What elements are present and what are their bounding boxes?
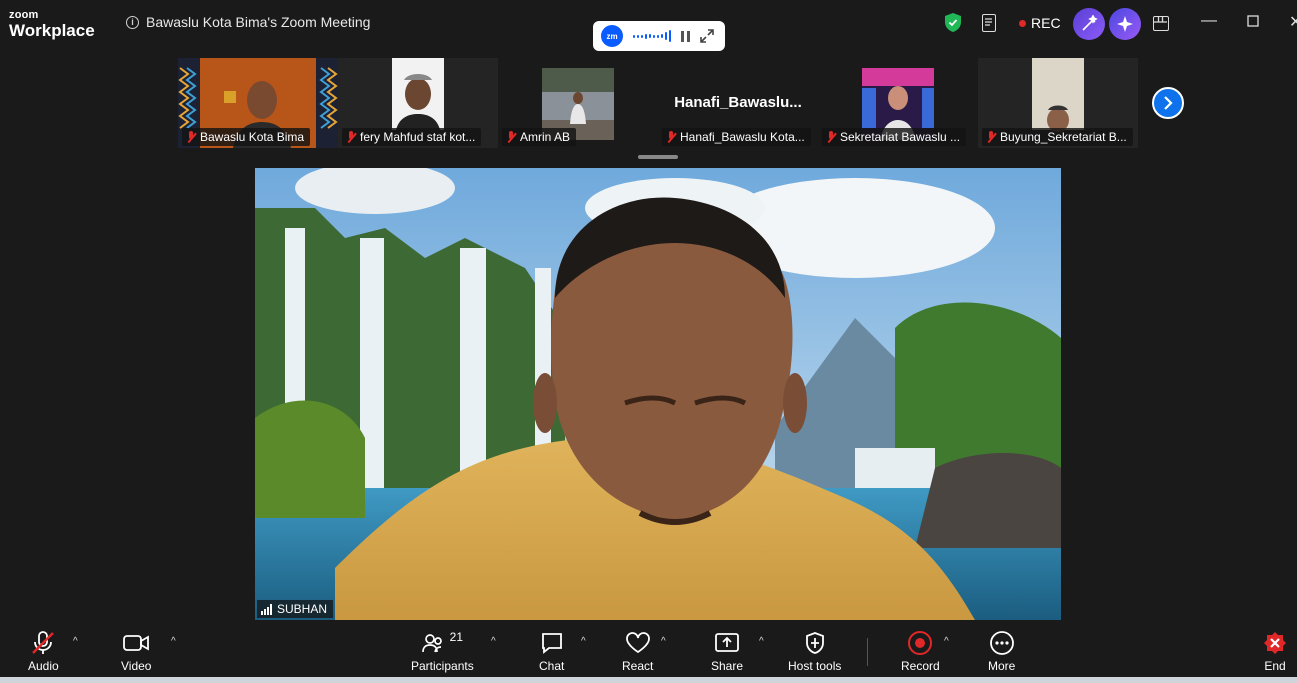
mic-muted-icon [986,131,996,143]
active-speaker-video[interactable]: SUBHAN [255,168,1061,620]
heart-icon [625,630,651,656]
participant-name-tag: Amrin AB [502,128,577,146]
chat-label: Chat [539,659,565,673]
participant-name: Hanafi_Bawaslu Kota... [680,130,805,144]
mic-muted-icon [826,131,836,143]
participant-name-tag: fery Mahfud staf kot... [342,128,482,146]
ai-sparkle-icon[interactable] [1109,8,1141,40]
meeting-title: Bawaslu Kota Bima's Zoom Meeting [146,14,371,30]
zm-badge: zm [601,25,623,47]
close-window-icon[interactable]: ✕ [1289,12,1297,32]
pause-icon[interactable] [681,30,690,42]
chat-icon [540,630,564,656]
mic-muted-icon [30,630,56,656]
participant-thumbnail[interactable]: Hanafi_Bawaslu... Hanafi_Bawaslu Kota... [658,58,818,148]
participant-name-tag: Buyung_Sekretariat B... [982,128,1133,146]
mic-muted-icon [666,131,676,143]
info-icon[interactable]: i [126,15,139,29]
speaker-video-feed [255,168,1061,620]
react-options-caret-icon[interactable]: ^ [661,636,666,647]
encryption-shield-icon[interactable] [945,13,961,32]
active-speaker-name: SUBHAN [277,602,328,616]
participant-name-tag: Bawaslu Kota Bima [182,128,311,146]
participant-name: fery Mahfud staf kot... [360,130,476,144]
recording-indicator[interactable]: REC [1019,15,1061,31]
react-label: React [622,659,654,673]
transcript-icon[interactable] [982,14,996,32]
mic-muted-icon [186,131,196,143]
participant-name: Sekretariat Bawaslu ... [840,130,961,144]
host-tools-label: Host tools [788,659,842,673]
participant-name: Amrin AB [520,130,571,144]
rec-label: REC [1031,15,1061,31]
video-button[interactable]: Video [121,630,151,673]
share-screen-icon [714,630,740,656]
end-label: End [1264,659,1286,673]
participant-thumbnail[interactable]: Amrin AB [498,58,658,148]
signal-strength-icon [261,603,272,615]
participants-options-caret-icon[interactable]: ^ [491,636,496,647]
participant-name-tag: Hanafi_Bawaslu Kota... [662,128,811,146]
meeting-controls-toolbar: Audio ^ Video ^ 21 Participants ^ Chat ^ [0,622,1297,677]
active-speaker-label: SUBHAN [257,600,334,618]
rec-dot-icon [1019,19,1026,27]
audio-label: Audio [28,659,59,673]
chat-options-caret-icon[interactable]: ^ [581,636,586,647]
share-button[interactable]: Share [711,630,743,673]
more-dots-icon [989,630,1015,656]
strip-resize-handle[interactable] [638,155,678,159]
chat-button[interactable]: Chat [539,630,564,673]
audio-button[interactable]: Audio [28,630,59,673]
more-label: More [988,659,1016,673]
more-button[interactable]: More [988,630,1015,673]
ai-companion-icon[interactable] [1073,8,1105,40]
participant-thumbnail[interactable]: Buyung_Sekretariat B... [978,58,1138,148]
speaking-indicator-pill: zm [593,21,725,51]
participants-label: Participants [411,659,474,673]
share-label: Share [711,659,744,673]
expand-icon[interactable] [700,29,714,43]
video-label: Video [121,659,152,673]
participants-button[interactable]: 21 Participants [411,630,474,673]
record-options-caret-icon[interactable]: ^ [944,636,949,647]
brand-small: zoom [9,9,39,21]
participant-thumbnail[interactable]: Sekretariat Bawaslu ... [818,58,978,148]
mic-muted-icon [506,131,516,143]
participant-display-name: Hanafi_Bawaslu... [674,94,802,111]
end-meeting-button[interactable]: End [1263,630,1287,673]
audio-wave-icon [633,29,671,43]
share-options-caret-icon[interactable]: ^ [759,636,764,647]
zoom-logo: zoom Workplace [9,9,95,40]
audio-options-caret-icon[interactable]: ^ [73,636,78,647]
participant-name: Bawaslu Kota Bima [200,130,305,144]
participant-thumbnail[interactable]: fery Mahfud staf kot... [338,58,498,148]
participant-thumbnail[interactable]: Bawaslu Kota Bima [178,58,338,148]
chevron-right-icon [1164,96,1173,110]
host-tools-button[interactable]: Host tools [788,630,841,673]
camera-icon [122,630,150,656]
participant-name-tag: Sekretariat Bawaslu ... [822,128,967,146]
zoom-meeting-window: zoom Workplace i Bawaslu Kota Bima's Zoo… [0,0,1297,683]
record-button[interactable]: Record [901,630,940,673]
taskbar-edge [0,677,1297,683]
host-shield-icon [804,630,826,656]
end-x-icon [1263,630,1287,656]
mic-muted-icon [346,131,356,143]
title-bar: zoom Workplace i Bawaslu Kota Bima's Zoo… [0,0,1297,51]
next-page-button[interactable] [1152,87,1184,119]
record-label: Record [901,659,940,673]
meeting-info[interactable]: i Bawaslu Kota Bima's Zoom Meeting [126,14,370,30]
toolbar-divider [867,638,868,666]
view-grid-icon[interactable] [1153,16,1169,31]
participants-count: 21 [449,630,464,644]
react-button[interactable]: React [622,630,653,673]
participant-name: Buyung_Sekretariat B... [1000,130,1127,144]
brand-large: Workplace [9,21,95,40]
minimize-icon[interactable]: — [1201,12,1217,30]
participants-icon: 21 [421,630,464,656]
maximize-icon[interactable] [1247,14,1259,32]
video-options-caret-icon[interactable]: ^ [171,636,176,647]
record-icon [907,630,933,656]
